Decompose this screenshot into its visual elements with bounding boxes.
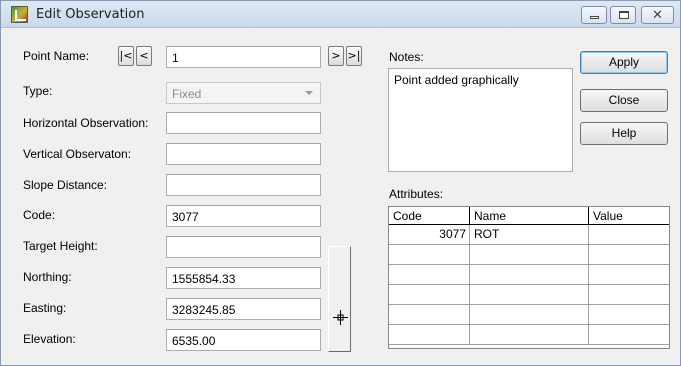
minimize-button[interactable] (581, 6, 607, 24)
apply-button[interactable]: Apply (580, 51, 668, 74)
type-label: Type: (23, 84, 53, 98)
code-input[interactable]: 3077 (166, 205, 321, 227)
attributes-label: Attributes: (389, 187, 444, 201)
cell-value[interactable] (589, 225, 669, 245)
point-name-label: Point Name: (23, 49, 90, 63)
easting-input[interactable]: 3283245.85 (166, 298, 321, 320)
cell-value[interactable] (589, 285, 669, 305)
northing-input[interactable]: 1555854.33 (166, 267, 321, 289)
maximize-icon (619, 11, 629, 19)
cell-name[interactable]: ROT (470, 225, 589, 245)
easting-label: Easting: (23, 301, 67, 315)
crosshair-icon (333, 310, 348, 325)
notes-label: Notes: (389, 50, 424, 64)
cell-value[interactable] (589, 245, 669, 265)
cell-code[interactable] (389, 245, 470, 265)
elevation-label: Elevation: (23, 332, 76, 346)
cell-code[interactable] (389, 265, 470, 285)
cell-code[interactable] (389, 305, 470, 325)
target-height-label: Target Height: (23, 239, 98, 253)
locate-point-button[interactable] (328, 246, 351, 352)
column-header-value[interactable]: Value (589, 207, 669, 225)
edit-observation-dialog: Edit Observation ✕ Point Name: |< < 1 > … (0, 0, 681, 366)
chevron-down-icon (305, 91, 313, 95)
minimize-icon (590, 16, 599, 19)
northing-label: Northing: (23, 270, 72, 284)
cell-code[interactable] (389, 285, 470, 305)
previous-point-button[interactable]: < (136, 46, 152, 66)
title-bar[interactable]: Edit Observation ✕ (1, 1, 680, 28)
vertical-observation-label: Vertical Observaton: (23, 147, 132, 161)
help-button[interactable]: Help (580, 122, 668, 145)
horizontal-observation-label: Horizontal Observation: (23, 116, 149, 130)
cell-value[interactable] (589, 305, 669, 325)
elevation-input[interactable]: 6535.00 (166, 329, 321, 351)
close-icon: ✕ (652, 8, 663, 23)
cell-name[interactable] (470, 305, 589, 325)
cell-value[interactable] (589, 265, 669, 285)
cell-name[interactable] (470, 265, 589, 285)
column-header-code[interactable]: Code (389, 207, 470, 225)
column-header-name[interactable]: Name (470, 207, 589, 225)
maximize-button[interactable] (610, 6, 636, 24)
vertical-observation-input[interactable] (166, 143, 321, 165)
next-point-button[interactable]: > (328, 46, 344, 66)
app-icon (11, 6, 28, 23)
attributes-grid[interactable]: Code Name Value 3077 ROT (388, 206, 670, 349)
target-height-input[interactable] (166, 236, 321, 258)
cell-value[interactable] (589, 325, 669, 345)
close-window-button[interactable]: ✕ (641, 6, 674, 24)
point-name-input[interactable]: 1 (166, 46, 321, 68)
last-point-button[interactable]: >| (346, 46, 362, 66)
type-select[interactable]: Fixed (166, 82, 321, 104)
cell-code[interactable] (389, 325, 470, 345)
notes-textarea[interactable]: Point added graphically (388, 68, 573, 172)
horizontal-observation-input[interactable] (166, 112, 321, 134)
slope-distance-label: Slope Distance: (23, 178, 108, 192)
code-label: Code: (23, 208, 56, 222)
slope-distance-input[interactable] (166, 174, 321, 196)
cell-name[interactable] (470, 325, 589, 345)
close-button[interactable]: Close (580, 89, 668, 112)
type-select-value: Fixed (172, 87, 202, 101)
first-point-button[interactable]: |< (118, 46, 134, 66)
cell-code[interactable]: 3077 (389, 225, 470, 245)
cell-name[interactable] (470, 285, 589, 305)
cell-name[interactable] (470, 245, 589, 265)
window-title: Edit Observation (36, 7, 145, 22)
